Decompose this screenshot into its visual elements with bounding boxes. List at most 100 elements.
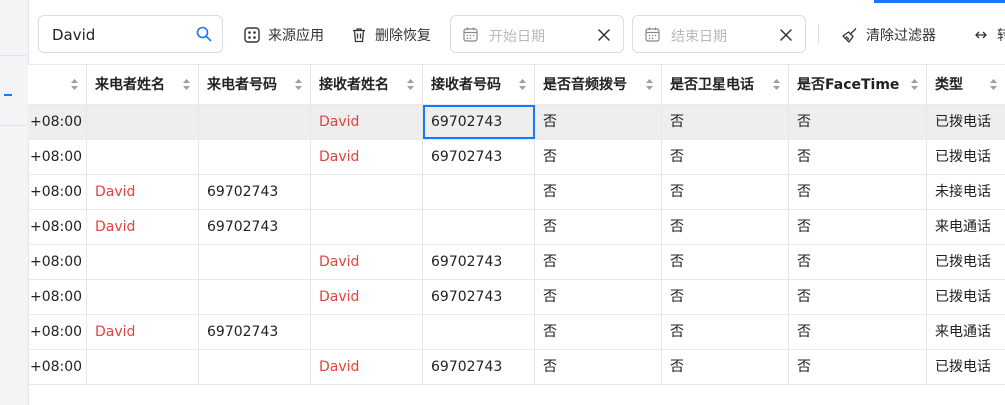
table-row[interactable]: +08:00 David 69702743 否否否已拨电话	[28, 350, 1005, 385]
table-cell[interactable]: 69702743	[423, 140, 535, 174]
table-cell[interactable]: 69702743	[199, 315, 311, 349]
table-cell[interactable]: David	[311, 245, 423, 279]
table-cell[interactable]: 否	[789, 280, 927, 314]
table-cell[interactable]: +08:00	[28, 175, 87, 209]
table-cell[interactable]: 已拨电话	[927, 350, 1005, 384]
table-cell[interactable]	[199, 245, 311, 279]
end-date-picker[interactable]: 结束日期	[632, 15, 806, 53]
table-cell[interactable]: 否	[535, 210, 662, 244]
table-cell[interactable]: David	[311, 350, 423, 384]
table-row[interactable]: +08:00 David 69702743 否否否已拨电话	[28, 280, 1005, 315]
sort-icon[interactable]	[518, 78, 527, 91]
table-cell[interactable]: +08:00	[28, 350, 87, 384]
search-box[interactable]: David	[38, 15, 223, 53]
table-cell[interactable]: 否	[789, 315, 927, 349]
table-cell[interactable]: 否	[662, 210, 789, 244]
table-cell[interactable]: 69702743	[423, 350, 535, 384]
column-header[interactable]: 来电者姓名	[87, 65, 199, 104]
table-cell[interactable]: 否	[789, 140, 927, 174]
table-cell[interactable]	[423, 315, 535, 349]
source-app-button[interactable]: 来源应用	[244, 25, 324, 45]
search-icon[interactable]	[196, 26, 212, 46]
clear-filters-button[interactable]: 清除过滤器	[842, 25, 936, 45]
table-row[interactable]: +08:00 David 69702743 否否否未接电话	[28, 175, 1005, 210]
sort-icon[interactable]	[406, 78, 415, 91]
table-cell[interactable]	[311, 315, 423, 349]
table-row[interactable]: +08:00 David 69702743 否否否来电通话	[28, 210, 1005, 245]
column-header[interactable]: 接收者姓名	[311, 65, 423, 104]
table-cell[interactable]: 否	[662, 280, 789, 314]
table-cell[interactable]: 否	[789, 210, 927, 244]
table-cell[interactable]	[199, 105, 311, 139]
table-cell[interactable]: 否	[662, 315, 789, 349]
table-cell[interactable]	[423, 210, 535, 244]
table-cell[interactable]	[311, 175, 423, 209]
column-header[interactable]: 是否FaceTime	[789, 65, 927, 104]
sort-icon[interactable]	[70, 78, 79, 91]
table-cell[interactable]: 来电通话	[927, 210, 1005, 244]
table-cell[interactable]: 未接电话	[927, 175, 1005, 209]
column-header[interactable]: 是否音频拨号	[535, 65, 662, 104]
table-row[interactable]: +08:00 David 69702743 否否否已拨电话	[28, 140, 1005, 175]
table-cell[interactable]: 否	[662, 175, 789, 209]
table-cell[interactable]	[311, 210, 423, 244]
table-cell[interactable]: David	[311, 280, 423, 314]
sort-icon[interactable]	[772, 78, 781, 91]
table-cell[interactable]: 否	[662, 105, 789, 139]
convert-button[interactable]: 转	[973, 25, 1005, 45]
table-cell[interactable]	[87, 350, 199, 384]
table-row[interactable]: +08:00 David 69702743 否否否来电通话	[28, 315, 1005, 350]
table-row[interactable]: +08:00 David 69702743 否否否已拨电话	[28, 105, 1005, 140]
table-cell[interactable]: 否	[789, 105, 927, 139]
table-cell[interactable]: David	[87, 210, 199, 244]
close-icon[interactable]	[597, 27, 611, 46]
table-cell[interactable]: 69702743	[199, 175, 311, 209]
table-cell[interactable]: +08:00	[28, 315, 87, 349]
table-cell[interactable]: 已拨电话	[927, 280, 1005, 314]
table-cell[interactable]	[87, 245, 199, 279]
column-header[interactable]	[28, 65, 87, 104]
table-cell[interactable]	[87, 105, 199, 139]
sort-icon[interactable]	[645, 78, 654, 91]
table-cell[interactable]: David	[87, 175, 199, 209]
table-cell[interactable]: David	[87, 315, 199, 349]
table-cell[interactable]: 否	[535, 315, 662, 349]
sort-icon[interactable]	[910, 78, 919, 91]
table-cell[interactable]: 否	[535, 175, 662, 209]
table-cell[interactable]: 已拨电话	[927, 105, 1005, 139]
search-input[interactable]: David	[52, 26, 95, 44]
column-header[interactable]: 接收者号码	[423, 65, 535, 104]
table-cell[interactable]: 已拨电话	[927, 140, 1005, 174]
table-cell[interactable]: 69702743	[199, 210, 311, 244]
table-cell[interactable]: 否	[535, 350, 662, 384]
table-cell[interactable]	[423, 175, 535, 209]
table-cell[interactable]	[199, 280, 311, 314]
table-cell[interactable]: 69702743	[423, 280, 535, 314]
table-cell[interactable]: 69702743	[423, 245, 535, 279]
table-cell[interactable]: 否	[789, 175, 927, 209]
start-date-picker[interactable]: 开始日期	[450, 15, 624, 53]
table-cell[interactable]: 69702743	[423, 105, 535, 139]
table-cell[interactable]: 否	[535, 245, 662, 279]
table-cell[interactable]: 否	[535, 140, 662, 174]
table-cell[interactable]: 否	[535, 280, 662, 314]
table-cell[interactable]: 否	[535, 105, 662, 139]
table-cell[interactable]: 来电通话	[927, 315, 1005, 349]
table-cell[interactable]: 否	[662, 140, 789, 174]
table-row[interactable]: +08:00 David 69702743 否否否已拨电话	[28, 245, 1005, 280]
table-cell[interactable]: 否	[662, 350, 789, 384]
column-header[interactable]: 类型	[927, 65, 1005, 104]
table-cell[interactable]	[199, 140, 311, 174]
close-icon[interactable]	[779, 27, 793, 46]
table-cell[interactable]	[87, 280, 199, 314]
table-cell[interactable]: 否	[789, 245, 927, 279]
sort-icon[interactable]	[294, 78, 303, 91]
table-cell[interactable]	[87, 140, 199, 174]
table-cell[interactable]: 否	[662, 245, 789, 279]
table-cell[interactable]: 已拨电话	[927, 245, 1005, 279]
table-cell[interactable]: +08:00	[28, 245, 87, 279]
table-cell[interactable]: +08:00	[28, 280, 87, 314]
sort-icon[interactable]	[182, 78, 191, 91]
column-header[interactable]: 来电者号码	[199, 65, 311, 104]
restore-deleted-button[interactable]: 删除恢复	[351, 25, 431, 45]
